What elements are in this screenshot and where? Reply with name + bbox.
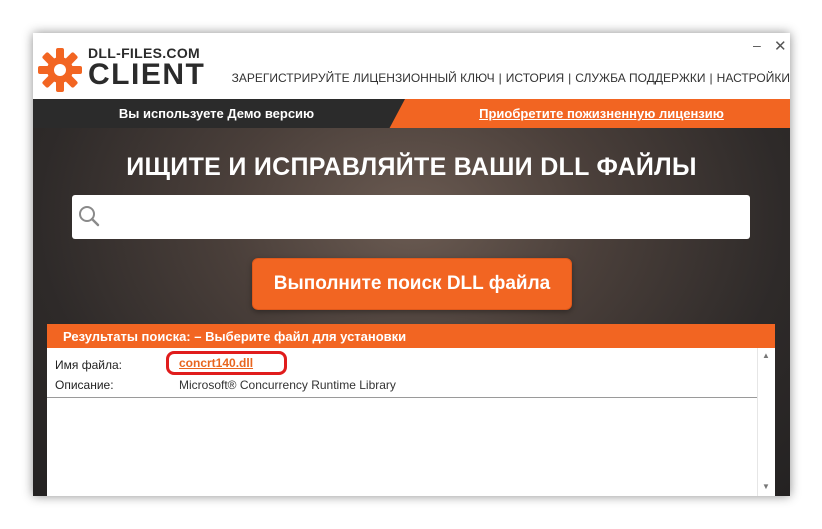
nav-register-key[interactable]: ЗАРЕГИСТРИРУЙТЕ ЛИЦЕНЗИОННЫЙ КЛЮЧ [232,71,495,85]
nav-settings[interactable]: НАСТРОЙКИ [717,71,790,85]
buy-license-link[interactable]: Приобретите пожизненную лицензию [413,106,790,121]
hero-title: ИЩИТЕ И ИСПРАВЛЯЙТЕ ВАШИ DLL ФАЙЛЫ [126,153,697,181]
demo-version-text: Вы используете Демо версию [118,106,315,121]
results-list: Имя файла: concrt140.dll Описание: Micro… [47,348,775,496]
nav-separator: | [709,71,713,85]
results-header-text: Результаты поиска: – Выберите файл для у… [63,329,407,344]
results-panel: Результаты поиска: – Выберите файл для у… [47,324,775,496]
nav-separator: | [498,71,502,85]
app-window: DLL-FILES.COM CLIENT – ✕ ЗАРЕГИСТРИРУЙТЕ… [33,33,790,496]
search-icon [79,206,100,227]
nav-separator: | [568,71,572,85]
minimize-button[interactable]: – [753,37,761,53]
nav-history[interactable]: ИСТОРИЯ [506,71,564,85]
file-name-label: Имя файла: [55,358,122,372]
logo-bottom-text: CLIENT [88,58,206,91]
nav-support[interactable]: СЛУЖБА ПОДДЕРЖКИ [575,71,705,85]
scroll-up-icon[interactable]: ▲ [762,351,770,360]
result-divider [47,397,757,398]
search-input[interactable] [72,195,750,239]
description-value: Microsoft® Concurrency Runtime Library [179,378,396,392]
search-dll-button[interactable]: Выполните поиск DLL файла [252,258,572,310]
close-button[interactable]: ✕ [774,37,787,55]
scrollbar[interactable]: ▲ ▼ [757,348,775,496]
app-header: DLL-FILES.COM CLIENT – ✕ ЗАРЕГИСТРИРУЙТЕ… [33,33,790,99]
scroll-down-icon[interactable]: ▼ [762,482,770,491]
highlight-circle [166,351,287,375]
description-label: Описание: [55,378,114,392]
top-nav: ЗАРЕГИСТРИРУЙТЕ ЛИЦЕНЗИОННЫЙ КЛЮЧ | ИСТОРИ… [232,71,790,85]
logo-gear-icon [38,48,82,92]
hero-section: Вы используете Демо версию Приобретите п… [33,99,790,496]
results-header: Результаты поиска: – Выберите файл для у… [47,324,775,348]
